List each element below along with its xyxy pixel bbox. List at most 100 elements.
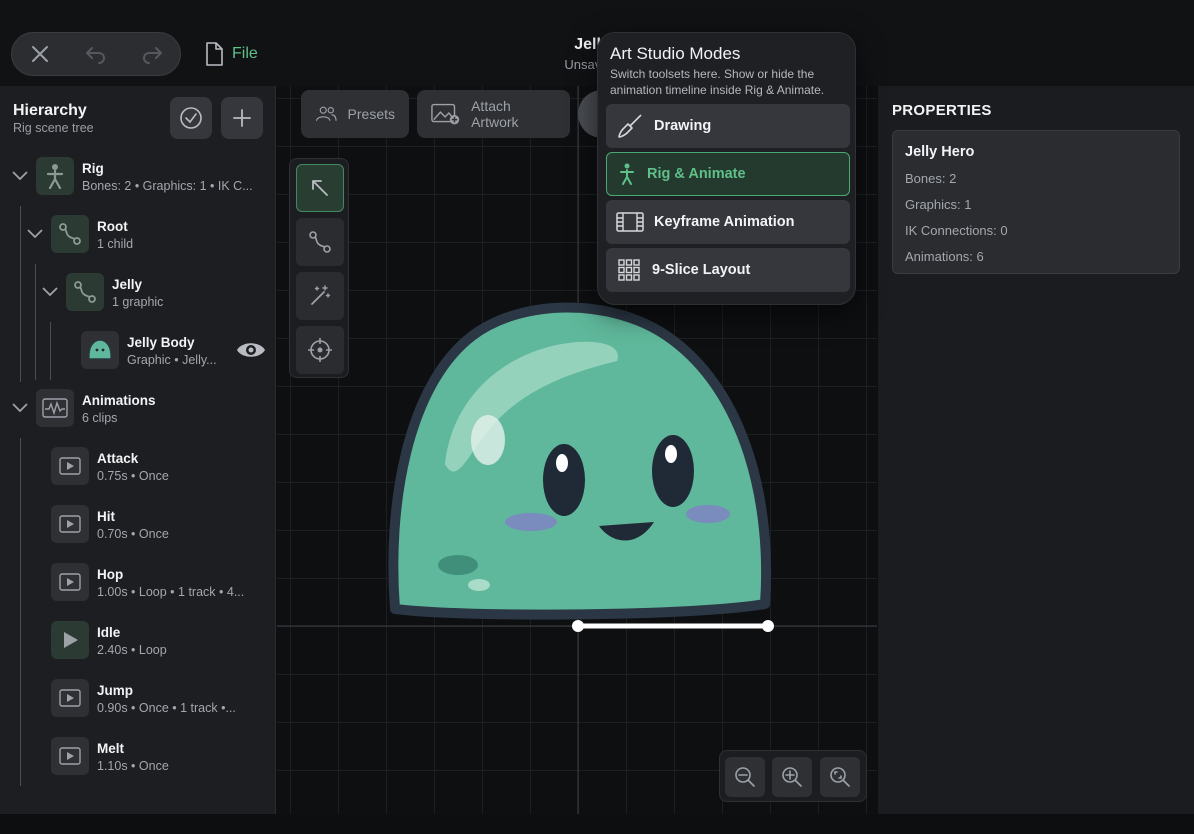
jelly-thumbnail-icon <box>81 331 119 369</box>
zoom-in-button[interactable] <box>772 757 812 797</box>
property-bones: Bones: 2 <box>905 171 957 186</box>
play-icon[interactable] <box>51 737 89 775</box>
target-tool[interactable] <box>296 326 344 374</box>
clip-subtitle: 1.10s • Once <box>97 759 169 773</box>
clip-row-jump[interactable]: Jump 0.90s • Once • 1 track •... <box>0 669 275 727</box>
popover-title: Art Studio Modes <box>610 44 741 63</box>
node-title: Jelly Body <box>127 335 195 350</box>
property-animations: Animations: 6 <box>905 249 984 264</box>
clip-subtitle: 0.90s • Once • 1 track •... <box>97 701 236 715</box>
chevron-down-icon[interactable] <box>24 223 46 245</box>
magic-wand-icon <box>311 285 331 305</box>
waveform-icon <box>36 389 74 427</box>
play-icon[interactable] <box>51 679 89 717</box>
redo-button[interactable] <box>124 32 180 76</box>
node-title: Root <box>97 219 128 234</box>
node-subtitle: Graphic • Jelly... <box>127 353 217 367</box>
zoom-out-button[interactable] <box>725 757 765 797</box>
mode-keyframe-animation[interactable]: Keyframe Animation <box>606 200 850 244</box>
tree-row-root[interactable]: Root 1 child <box>0 205 275 263</box>
mode-rig-animate[interactable]: Rig & Animate <box>606 152 850 196</box>
zoom-fit-button[interactable] <box>820 757 860 797</box>
bone-icon <box>51 215 89 253</box>
property-graphics: Graphics: 1 <box>905 197 972 212</box>
presets-label: Presets <box>347 106 395 122</box>
mode-9-slice-layout[interactable]: 9-Slice Layout <box>606 248 850 292</box>
bottom-strip <box>0 814 1194 834</box>
play-icon[interactable] <box>51 621 89 659</box>
clip-subtitle: 0.75s • Once <box>97 469 169 483</box>
arrow-up-left-icon <box>312 180 328 196</box>
presets-button[interactable]: Presets <box>301 90 409 138</box>
attach-artwork-label: Attach Artwork <box>471 98 519 130</box>
document-icon <box>206 42 223 66</box>
edit-controls <box>11 32 181 76</box>
clip-subtitle: 2.40s • Loop <box>97 643 167 657</box>
visibility-toggle[interactable] <box>236 339 266 366</box>
confirm-button[interactable] <box>170 97 212 139</box>
attach-artwork-button[interactable]: Attach Artwork <box>417 90 570 138</box>
zoom-controls <box>719 750 867 802</box>
tree-row-rig[interactable]: Rig Bones: 2 • Graphics: 1 • IK C... <box>0 147 275 205</box>
clip-title: Hit <box>97 509 115 524</box>
chevron-down-icon[interactable] <box>39 281 61 303</box>
clip-title: Idle <box>97 625 121 640</box>
mode-label: Drawing <box>654 118 712 134</box>
chevron-down-icon[interactable] <box>9 397 31 419</box>
tree-row-jelly[interactable]: Jelly 1 graphic <box>0 263 275 321</box>
mode-label: 9-Slice Layout <box>652 262 751 278</box>
node-title: Jelly <box>112 277 143 292</box>
zoom-fit-icon <box>830 767 850 787</box>
eye-icon <box>237 343 265 357</box>
properties-title: PROPERTIES <box>892 102 992 119</box>
mode-label: Rig & Animate <box>647 166 746 182</box>
play-icon[interactable] <box>51 447 89 485</box>
mode-drawing[interactable]: Drawing <box>606 104 850 148</box>
chevron-down-icon[interactable] <box>9 165 31 187</box>
hierarchy-panel: Hierarchy Rig scene tree Rig Bones: 2 • … <box>0 86 276 814</box>
figure-icon <box>36 157 74 195</box>
select-tool[interactable] <box>296 164 344 212</box>
clip-title: Hop <box>97 567 124 582</box>
bone-icon <box>66 273 104 311</box>
tool-palette <box>289 158 349 378</box>
zoom-out-icon <box>735 767 755 787</box>
hierarchy-title: Hierarchy <box>13 102 87 119</box>
clip-row-melt[interactable]: Melt 1.10s • Once <box>0 727 275 785</box>
figure-icon <box>620 163 634 185</box>
file-label: File <box>232 45 258 62</box>
clip-title: Attack <box>97 451 139 466</box>
node-subtitle: 1 graphic <box>112 295 164 309</box>
hierarchy-subtitle: Rig scene tree <box>13 121 94 135</box>
play-icon[interactable] <box>51 563 89 601</box>
properties-card: Jelly Hero Bones: 2 Graphics: 1 IK Conne… <box>892 130 1180 274</box>
close-button[interactable] <box>12 32 68 76</box>
selected-object-name: Jelly Hero <box>905 144 975 160</box>
add-node-button[interactable] <box>221 97 263 139</box>
play-icon[interactable] <box>51 505 89 543</box>
clip-row-attack[interactable]: Attack 0.75s • Once <box>0 437 275 495</box>
bone-tool[interactable] <box>296 218 344 266</box>
undo-button[interactable] <box>68 32 124 76</box>
popover-description: Switch toolsets here. Show or hide the a… <box>610 67 825 97</box>
node-title: Rig <box>82 161 104 176</box>
tree-row-jelly-body[interactable]: Jelly Body Graphic • Jelly... <box>0 321 275 379</box>
clip-subtitle: 0.70s • Once <box>97 527 169 541</box>
clip-row-hit[interactable]: Hit 0.70s • Once <box>0 495 275 553</box>
clip-row-idle[interactable]: Idle 2.40s • Loop <box>0 611 275 669</box>
tree-row-animations[interactable]: Animations 6 clips <box>0 379 275 437</box>
magic-tool[interactable] <box>296 272 344 320</box>
brush-icon <box>618 114 642 138</box>
clip-row-hop[interactable]: Hop 1.00s • Loop • 1 track • 4... <box>0 553 275 611</box>
node-title: Animations <box>82 393 156 408</box>
bone-icon <box>309 231 331 253</box>
redo-icon <box>143 47 162 64</box>
grid-icon <box>618 259 640 281</box>
check-circle-icon <box>180 107 202 129</box>
file-button[interactable]: File <box>204 40 258 68</box>
property-ik-connections: IK Connections: 0 <box>905 223 1008 238</box>
clip-title: Melt <box>97 741 124 756</box>
film-icon <box>616 212 644 232</box>
close-icon <box>32 46 48 62</box>
clip-title: Jump <box>97 683 134 698</box>
